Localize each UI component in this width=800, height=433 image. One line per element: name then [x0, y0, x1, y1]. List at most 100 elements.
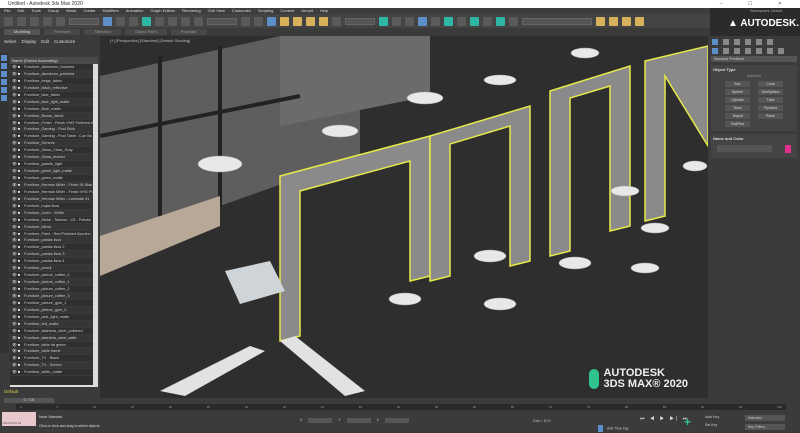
list-item[interactable]: 👁 ■ Furniture_picture_coffee_0: [10, 272, 98, 280]
visibility-icon[interactable]: 👁 ■: [12, 162, 20, 166]
link-icon[interactable]: [30, 16, 39, 26]
visibility-icon[interactable]: 👁 ■: [12, 336, 20, 340]
visibility-icon[interactable]: 👁 ■: [12, 356, 20, 360]
visibility-icon[interactable]: 👁 ■: [12, 273, 20, 277]
list-item[interactable]: 👁 ■ Furniture_picture_gym_2: [10, 306, 98, 314]
angle-snap-icon[interactable]: [293, 16, 302, 26]
unlink-icon[interactable]: [43, 16, 52, 26]
object-list[interactable]: Name (Sorted Ascending) 👁 ■ Furniture_Alu…: [10, 57, 98, 391]
filter-cameras-icon[interactable]: [1, 79, 7, 85]
modify-tab-icon[interactable]: [723, 39, 729, 45]
filter-spacewarps-icon[interactable]: [1, 95, 7, 101]
visibility-icon[interactable]: 👁 ■: [12, 301, 20, 305]
primitive-button-pyramid[interactable]: Pyramid: [758, 105, 783, 111]
primitive-button-plane[interactable]: Plane: [758, 113, 783, 119]
systems-icon[interactable]: [778, 48, 784, 54]
primitive-button-cone[interactable]: Cone: [758, 81, 783, 87]
filter-shapes-icon[interactable]: [1, 63, 7, 69]
visibility-icon[interactable]: 👁 ■: [12, 349, 20, 353]
visibility-icon[interactable]: 👁 ■: [12, 245, 20, 249]
primitive-button-geosphere[interactable]: GeoSphere: [758, 89, 783, 95]
hierarchy-tab-icon[interactable]: [734, 39, 740, 45]
playback-controls[interactable]: ⏮ ◀ ▶ ▶| ⏭: [640, 416, 689, 422]
snap-icon[interactable]: [280, 16, 289, 26]
project-path-dropdown[interactable]: [522, 17, 592, 25]
visibility-icon[interactable]: 👁 ■: [12, 100, 20, 104]
window-crossing-icon[interactable]: [142, 16, 151, 26]
bind-spacewarp-icon[interactable]: [56, 16, 65, 26]
lights-icon[interactable]: [734, 48, 740, 54]
visibility-icon[interactable]: 👁 ■: [12, 134, 20, 138]
list-item[interactable]: 👁 ■ Furniture_pastas lisos 4: [10, 258, 98, 266]
select-by-name-icon[interactable]: [116, 16, 125, 26]
visibility-icon[interactable]: 👁 ■: [12, 93, 20, 97]
list-item[interactable]: 👁 ■ Furniture_white_matte: [10, 369, 98, 377]
geometry-icon[interactable]: [712, 48, 718, 54]
set-key-button[interactable]: Set Key: [705, 423, 719, 427]
z-coord-field[interactable]: [384, 418, 409, 423]
explorer-menu-customize[interactable]: Customize: [54, 39, 75, 44]
list-item[interactable]: 👁 ■ Furniture_Mirror: [10, 223, 98, 231]
tab-object-paint[interactable]: Object Paint: [124, 29, 167, 35]
list-item[interactable]: 👁 ■ Furniture_stainless_steel_polished: [10, 328, 98, 335]
open-icon[interactable]: [609, 16, 618, 26]
object-color-swatch[interactable]: [785, 145, 791, 153]
display-tab-icon[interactable]: [756, 39, 762, 45]
named-selection-icon[interactable]: [332, 16, 341, 26]
create-tab-icon[interactable]: [712, 39, 718, 45]
helpers-icon[interactable]: [756, 48, 762, 54]
explorer-menu-display[interactable]: Display: [22, 39, 37, 44]
keyboard-shortcut-icon[interactable]: [267, 16, 276, 26]
schematic-icon[interactable]: [444, 16, 453, 26]
visibility-icon[interactable]: 👁 ■: [12, 204, 20, 208]
list-item[interactable]: 👁 ■ Furniture_TV - Screen: [10, 362, 98, 370]
list-item[interactable]: 👁 ■ Furniture_green_matte: [10, 175, 98, 182]
list-item[interactable]: 👁 ■ Furniture_granite_light: [10, 161, 98, 169]
explorer-menu-edit[interactable]: Edit: [41, 39, 49, 44]
named-selection-dropdown[interactable]: [345, 17, 375, 25]
list-item[interactable]: 👁 ■ Furniture_pastas lisos 3: [10, 251, 98, 259]
list-item[interactable]: 👁 ■ Furniture_picture_coffee_1: [10, 279, 98, 286]
list-item[interactable]: 👁 ■ Furniture_Herman Miller - Laminate 91: [10, 195, 98, 203]
place-icon[interactable]: [194, 16, 203, 26]
percent-snap-icon[interactable]: [306, 16, 315, 26]
autogrid-checkbox[interactable]: AutoGrid: [713, 74, 795, 78]
filter-lights-icon[interactable]: [1, 71, 7, 77]
visibility-icon[interactable]: 👁 ■: [12, 322, 20, 326]
list-item[interactable]: 👁 ■ Furniture_blue_fabric: [10, 92, 98, 99]
primitive-button-teapot[interactable]: Teapot: [725, 113, 750, 119]
list-item[interactable]: 👁 ■ Furniture_Herman Miller - Finish VHG …: [10, 189, 98, 196]
list-item[interactable]: 👁 ■ Furniture_Blue_matte: [10, 106, 98, 113]
list-item[interactable]: 👁 ■ Furniture_Metal - Teknion - C5 - Poli…: [10, 217, 98, 224]
vertical-scrollbar[interactable]: [93, 64, 98, 385]
auto-key-button[interactable]: Auto Key: [705, 415, 719, 419]
list-item[interactable]: 👁 ■ Furniture_pencil: [10, 265, 98, 273]
rotate-icon[interactable]: [168, 16, 177, 26]
y-coord-field[interactable]: [346, 418, 371, 423]
motion-tab-icon[interactable]: [745, 39, 751, 45]
visibility-icon[interactable]: 👁 ■: [12, 169, 20, 173]
list-item[interactable]: 👁 ■ Furniture_Gaming - Pool Stick: [10, 126, 98, 134]
redo-icon[interactable]: [17, 16, 26, 26]
pivot-icon[interactable]: [241, 16, 250, 26]
list-item[interactable]: 👁 ■ Furniture_TV - Black: [10, 355, 98, 363]
list-item[interactable]: 👁 ■ Furniture_Finish - Finish VHG Polishe…: [10, 120, 98, 127]
visibility-icon[interactable]: 👁 ■: [12, 294, 20, 298]
column-header-name[interactable]: Name (Sorted Ascending): [10, 57, 98, 64]
visibility-icon[interactable]: 👁 ■: [12, 155, 20, 159]
visibility-icon[interactable]: 👁 ■: [12, 315, 20, 319]
list-item[interactable]: 👁 ■ Furniture_red_matte: [10, 320, 98, 328]
visibility-icon[interactable]: 👁 ■: [12, 72, 20, 76]
visibility-icon[interactable]: 👁 ■: [12, 197, 20, 201]
tab-populate[interactable]: Populate: [170, 29, 207, 35]
key-selection-dropdown[interactable]: Selected: [745, 415, 785, 421]
spacewarps-icon[interactable]: [767, 48, 773, 54]
undo-icon[interactable]: [4, 16, 13, 26]
visibility-icon[interactable]: 👁 ■: [12, 308, 20, 312]
render-cloud-icon[interactable]: [509, 16, 518, 26]
filter-geometry-icon[interactable]: [1, 55, 7, 61]
primitive-button-torus[interactable]: Torus: [725, 105, 750, 111]
list-item[interactable]: 👁 ■ Furniture_pink_light_matte: [10, 314, 98, 321]
filter-helpers-icon[interactable]: [1, 87, 7, 93]
list-item[interactable]: 👁 ■ Furniture_Brown_fabric: [10, 112, 98, 120]
